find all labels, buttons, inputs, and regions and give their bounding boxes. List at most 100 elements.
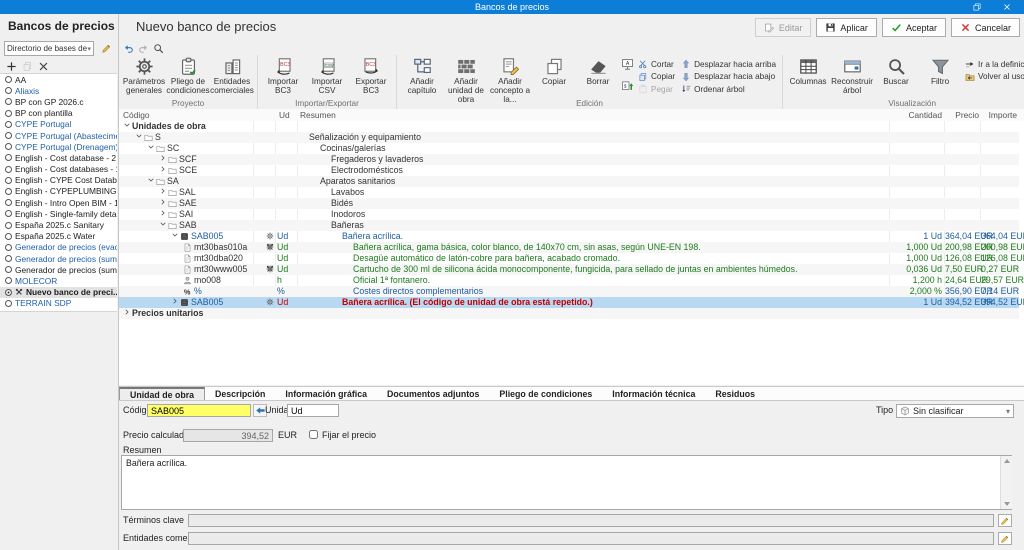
aceptar-button[interactable]: Aceptar <box>882 18 946 37</box>
terminos-clave-field[interactable] <box>188 514 994 527</box>
unidad-field[interactable] <box>287 404 339 417</box>
anadir-capitulo-button[interactable]: Añadir capítulo <box>400 56 444 95</box>
table-row[interactable]: mo008hOficial 1ª fontanero.1,200 h24,64 … <box>119 275 1019 286</box>
radio-icon[interactable] <box>5 143 12 150</box>
copiar-pequeno-button[interactable]: Copiar <box>638 72 675 82</box>
entidades-comerciales-button[interactable]: Entidades comerciales <box>210 56 254 95</box>
codigo-field[interactable] <box>147 404 251 417</box>
sidebar-item[interactable]: Generador de precios (sumi... <box>0 264 117 275</box>
table-row[interactable]: SAIInodoros <box>119 209 1019 220</box>
column-cantidad[interactable]: Cantidad <box>870 110 942 120</box>
edit-directory-button[interactable] <box>99 41 114 56</box>
chevron-down-icon[interactable] <box>171 231 179 239</box>
importar-bc3-button[interactable]: BC3Importar BC3 <box>261 56 305 95</box>
chevron-down-icon[interactable] <box>123 121 131 129</box>
volver-al-uso-button[interactable]: Volver al uso <box>965 72 1024 82</box>
radio-icon[interactable] <box>5 199 12 206</box>
copiar-button[interactable]: Copiar <box>532 56 576 86</box>
restore-icon[interactable] <box>964 0 990 14</box>
sidebar-item[interactable]: BP con GP 2026.c <box>0 96 117 107</box>
radio-icon[interactable] <box>5 110 12 117</box>
sidebar-item[interactable]: Nuevo banco de preci... <box>0 287 117 298</box>
tab-pliego-de-condiciones[interactable]: Pliego de condiciones <box>489 387 602 400</box>
table-row[interactable]: SAB005UdBañera acrílica. (El código de u… <box>119 297 1019 308</box>
anadir-concepto-button[interactable]: Añadir concepto a la... <box>488 56 532 105</box>
update-price-button[interactable]: $ <box>621 79 634 97</box>
exportar-bc3-button[interactable]: BC3Exportar BC3 <box>349 56 393 95</box>
add-database-button[interactable] <box>5 60 17 72</box>
sidebar-item[interactable]: English - CYPE Cost Databa... <box>0 175 117 186</box>
sidebar-item[interactable]: Aliaxis <box>0 85 117 96</box>
radio-icon[interactable] <box>5 233 12 240</box>
tab-unidad-de-obra[interactable]: Unidad de obra <box>119 387 205 400</box>
table-row[interactable]: %%%Costes directos complementarios2,000 … <box>119 286 1019 297</box>
chevron-down-icon[interactable] <box>135 132 143 140</box>
editar-button[interactable]: Editar <box>755 18 812 37</box>
copy-database-button[interactable] <box>21 60 33 72</box>
radio-icon[interactable] <box>5 177 12 184</box>
table-row[interactable]: SABBañeras <box>119 220 1019 231</box>
table-row[interactable]: SCFFregaderos y lavaderos <box>119 154 1019 165</box>
tab-documentos-adjuntos[interactable]: Documentos adjuntos <box>377 387 489 400</box>
radio-icon[interactable] <box>5 210 12 217</box>
sidebar-item[interactable]: Generador de precios (sumi... <box>0 253 117 264</box>
sidebar-item[interactable]: English - Intro Open BIM - 1 <box>0 197 117 208</box>
chevron-right-icon[interactable] <box>159 187 167 195</box>
sidebar-item[interactable]: MOLECOR <box>0 275 117 286</box>
chevron-down-icon[interactable] <box>147 143 155 151</box>
radio-icon[interactable] <box>5 277 12 284</box>
edit-terminos-button[interactable] <box>998 514 1012 527</box>
column-resumen[interactable]: Resumen <box>300 110 336 120</box>
sidebar-item[interactable]: English - CYPEPLUMBING - 1 <box>0 186 117 197</box>
column-codigo[interactable]: Código <box>123 110 150 120</box>
presentation-button[interactable]: A <box>621 58 634 76</box>
radio-icon[interactable] <box>5 188 12 195</box>
pliego-de-condiciones-button[interactable]: Pliego de condiciones <box>166 56 210 95</box>
radio-icon[interactable] <box>5 132 12 139</box>
chevron-right-icon[interactable] <box>159 165 167 173</box>
table-row[interactable]: SSeñalización y equipamiento <box>119 132 1019 143</box>
sidebar-item[interactable]: BP con plantilla <box>0 108 117 119</box>
reconstruir-arbol-button[interactable]: Reconstruir árbol <box>830 56 874 95</box>
pegar-button[interactable]: Pegar <box>638 84 675 94</box>
chevron-right-icon[interactable] <box>159 154 167 162</box>
radio-icon[interactable] <box>5 244 12 251</box>
sidebar-item[interactable]: España 2025.c Sanitary <box>0 219 117 230</box>
sidebar-item[interactable]: English - Cost database - 2 <box>0 152 117 163</box>
column-importe[interactable]: Importe <box>981 110 1017 120</box>
redo-button[interactable] <box>138 41 149 52</box>
importar-csv-button[interactable]: CSVImportar CSV <box>305 56 349 95</box>
anadir-unidad-de-obra-button[interactable]: Añadir unidad de obra <box>444 56 488 105</box>
radio-icon[interactable] <box>5 166 12 173</box>
cortar-button[interactable]: Cortar <box>638 59 675 69</box>
chevron-right-icon[interactable] <box>123 308 131 316</box>
table-row[interactable]: mt30www005UdCartucho de 300 ml de silico… <box>119 264 1019 275</box>
desplazar-abajo-button[interactable]: Desplazar hacia abajo <box>681 72 776 82</box>
sidebar-item[interactable]: Generador de precios (evac... <box>0 242 117 253</box>
database-directory-dropdown[interactable]: Directorio de bases de ... ▾ <box>4 41 94 56</box>
table-row[interactable]: SAAparatos sanitarios <box>119 176 1019 187</box>
chevron-down-icon[interactable] <box>159 220 167 228</box>
sidebar-item[interactable]: España 2025.c Water <box>0 231 117 242</box>
radio-icon[interactable] <box>5 289 12 296</box>
sidebar-item[interactable]: CYPE Portugal (Abastecime... <box>0 130 117 141</box>
table-row[interactable]: mt30dba020UdDesagüe automático de latón-… <box>119 253 1019 264</box>
chevron-right-icon[interactable] <box>159 209 167 217</box>
tab-informacion-grafica[interactable]: Información gráfica <box>275 387 377 400</box>
radio-icon[interactable] <box>5 76 12 83</box>
table-row[interactable]: SCCocinas/galerías <box>119 143 1019 154</box>
undo-button[interactable] <box>123 41 134 52</box>
columnas-button[interactable]: Columnas <box>786 56 830 86</box>
radio-icon[interactable] <box>5 154 12 161</box>
desplazar-arriba-button[interactable]: Desplazar hacia arriba <box>681 59 776 69</box>
borrar-button[interactable]: Borrar <box>576 56 620 86</box>
ir-a-la-definicion-button[interactable]: Ir a la definición <box>965 59 1024 69</box>
parametros-generales-button[interactable]: Parámetros generales <box>122 56 166 95</box>
column-ud[interactable]: Ud <box>279 110 290 120</box>
table-row[interactable]: Unidades de obra <box>119 121 1019 132</box>
sidebar-item[interactable]: English - Cost databases - 1 <box>0 164 117 175</box>
table-row[interactable]: SCEElectrodomésticos <box>119 165 1019 176</box>
sidebar-item[interactable]: CYPE Portugal <box>0 119 117 130</box>
sidebar-item[interactable]: AA <box>0 74 117 85</box>
table-row[interactable]: Precios unitarios <box>119 308 1019 319</box>
